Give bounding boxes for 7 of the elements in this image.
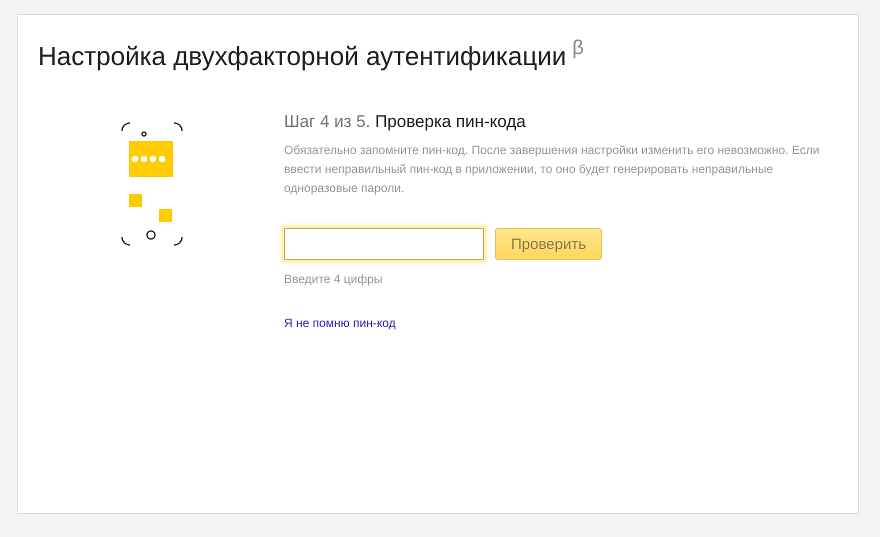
step-heading: Шаг 4 из 5. Проверка пин-кода (284, 112, 527, 132)
forgot-pin-link[interactable]: Я не помню пин-код (284, 316, 396, 330)
pin-hint: Введите 4 цифры (284, 272, 384, 286)
beta-mark: β (572, 37, 584, 60)
page-title: Настройка двухфакторной аутентификации (38, 41, 566, 72)
pin-input-field[interactable] (284, 228, 484, 260)
step-description: Обязательно запомните пин-код. После завершения настройки изменить его невозможно. Если ввести неправильный пин-код в приложении, то оно будет генерировать неправильные одноразовые пароли. (284, 142, 820, 197)
